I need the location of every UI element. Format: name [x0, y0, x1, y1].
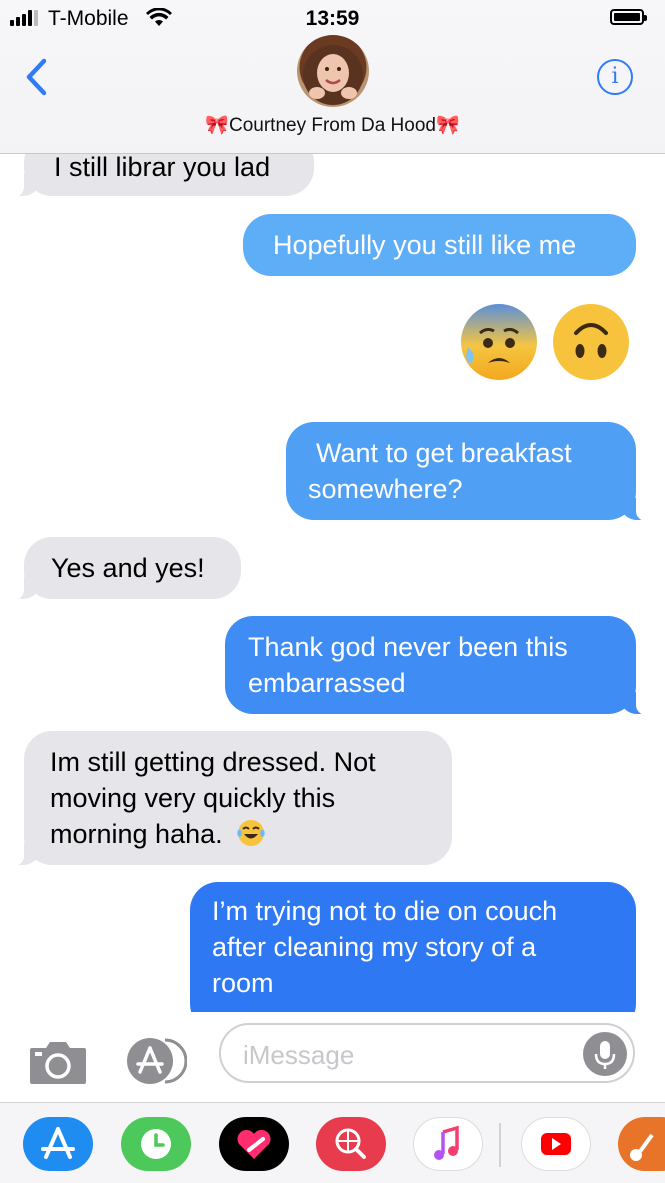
received-message[interactable]: I still librar you lad [10, 154, 314, 197]
garageband-app-icon[interactable] [618, 1117, 665, 1171]
youtube-app-icon[interactable] [521, 1117, 591, 1171]
message-line: embarrassed [248, 668, 406, 698]
message-line: Want to get breakfast [316, 438, 572, 468]
message-line: Im still getting dressed. Not [50, 747, 376, 777]
clock-time: 13:59 [305, 7, 360, 30]
message-line: room [212, 968, 274, 998]
message-thread[interactable]: I still librar you lad Hopefully you sti… [0, 154, 665, 1012]
message-line-with-emoji: morning haha. [50, 816, 426, 852]
conversation-header: T-Mobile 13:59 🎀Courtney From Da Hood🎀 i [0, 0, 665, 154]
message-line: moving very quickly this [50, 783, 336, 813]
message-line: morning haha. [50, 819, 223, 849]
sent-message[interactable]: I’m trying not to die on couch after cle… [190, 882, 636, 1012]
digital-touch-app-icon[interactable] [219, 1117, 289, 1171]
message-input[interactable] [241, 1033, 575, 1077]
face-with-tears-of-joy-emoji [237, 820, 265, 846]
app-store-icon[interactable] [123, 1036, 187, 1086]
contact-name[interactable]: 🎀Courtney From Da Hood🎀 [0, 113, 665, 137]
message-text: Yes and yes! [51, 553, 205, 583]
drawer-divider [499, 1123, 501, 1167]
music-app-icon[interactable] [413, 1117, 483, 1171]
sent-message[interactable]: Hopefully you still like me [243, 214, 636, 276]
sent-message[interactable]: Thank god never been this embarrassed [225, 616, 650, 715]
microphone-icon[interactable] [583, 1032, 627, 1076]
contact-avatar[interactable] [297, 35, 369, 107]
battery-icon [610, 9, 647, 25]
sent-message[interactable]: Want to get breakfast somewhere? [286, 422, 650, 521]
info-icon[interactable]: i [597, 59, 633, 95]
message-line: somewhere? [308, 474, 463, 504]
message-line: after cleaning my story of a [212, 932, 537, 962]
message-text: I still librar you lad [54, 154, 271, 182]
upside-down-face-emoji[interactable] [552, 303, 630, 381]
app-store-app-icon[interactable] [23, 1117, 93, 1171]
received-message[interactable]: Im still getting dressed. Not moving ver… [10, 731, 452, 866]
anxious-face-with-sweat-emoji[interactable] [460, 303, 538, 381]
message-text: Hopefully you still like me [273, 230, 577, 260]
compose-bar [0, 1012, 665, 1102]
camera-icon[interactable] [28, 1038, 88, 1086]
received-message[interactable]: Yes and yes! [10, 537, 241, 600]
chevron-left-icon[interactable] [22, 58, 52, 96]
web-search-app-icon[interactable] [316, 1117, 386, 1171]
message-line: I’m trying not to die on couch [212, 896, 558, 926]
message-input-field[interactable] [219, 1023, 635, 1083]
imessage-app-drawer [0, 1102, 665, 1183]
clock-app-icon[interactable] [121, 1117, 191, 1171]
status-bar: T-Mobile 13:59 [0, 0, 665, 38]
message-line: Thank god never been this [248, 632, 568, 662]
